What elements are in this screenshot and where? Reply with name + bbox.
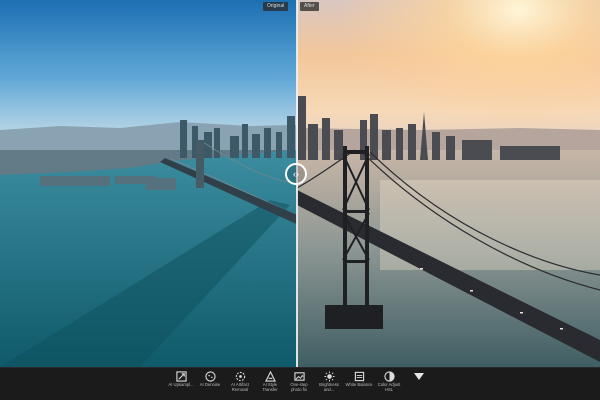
tool-ai-denoise[interactable]: AI Denoise	[196, 371, 224, 388]
tool-brightness[interactable]: Brightness and...	[315, 371, 343, 392]
chevron-down-icon[interactable]	[414, 373, 424, 380]
tool-label: AI Denoise	[199, 382, 221, 387]
upscale-icon	[175, 371, 187, 382]
compare-slider-handle[interactable]: ‹›	[285, 163, 307, 185]
tool-label: Brightness and...	[319, 382, 339, 392]
tool-label: AI Style Transfer	[262, 382, 278, 392]
after-label: After	[300, 2, 319, 11]
tool-ai-style-transfer[interactable]: AI Style Transfer	[256, 371, 284, 392]
tool-label: AI Upsampl...	[168, 382, 194, 387]
tool-label: One-step photo fix	[290, 382, 308, 392]
white-balance-icon	[354, 371, 364, 382]
tool-one-step-photo-fix[interactable]: One-step photo fix	[285, 371, 313, 392]
artifact-icon	[235, 371, 245, 382]
tool-white-balance[interactable]: White Balance	[345, 371, 373, 388]
style-icon	[264, 371, 276, 382]
photo-fix-icon	[293, 372, 305, 381]
tool-label: White Balance	[345, 382, 373, 387]
denoise-icon	[204, 371, 216, 382]
tool-ai-artifact-removal[interactable]: AI Artifact Removal	[226, 371, 254, 392]
tool-color-adjust-hsl[interactable]: Color Adjust HSL	[375, 371, 403, 392]
after-image	[297, 0, 600, 367]
original-image	[0, 0, 297, 367]
tool-label: AI Artifact Removal	[231, 382, 249, 392]
photo-compare-viewport: ‹› Original After	[0, 0, 600, 367]
tool-bar: AI Upsampl... AI Denoise AI Artifact Rem…	[0, 367, 600, 400]
original-label: Original	[263, 2, 289, 11]
tool-label: Color Adjust HSL	[377, 382, 401, 392]
tool-ai-upscale[interactable]: AI Upsampl...	[167, 371, 195, 388]
color-hsl-icon	[383, 371, 395, 382]
brightness-icon	[323, 371, 335, 382]
